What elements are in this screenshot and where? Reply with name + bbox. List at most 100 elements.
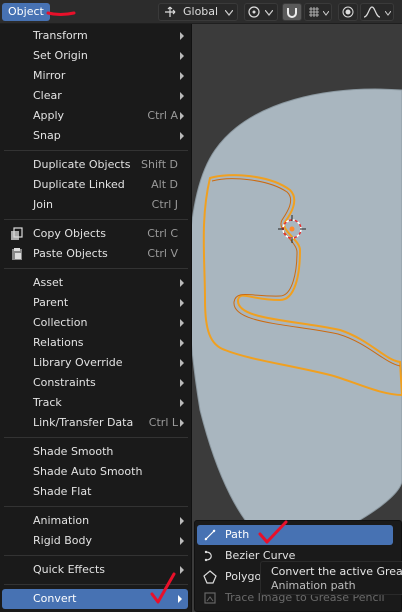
- tooltip: Convert the active Grease Animation path: [260, 561, 402, 595]
- pivot-icon: [248, 6, 260, 18]
- submenu-arrow-icon: [180, 399, 184, 407]
- copy-icon: [11, 227, 23, 240]
- menu-item-convert[interactable]: Convert: [2, 589, 188, 609]
- menu-item-label: Join: [33, 198, 54, 211]
- menu-item-label: Duplicate Objects: [33, 158, 131, 171]
- submenu-arrow-icon: [180, 52, 184, 60]
- proportional-edit-icon: [342, 6, 354, 18]
- menu-item-mirror[interactable]: Mirror: [0, 66, 190, 86]
- menu-item-set-origin[interactable]: Set Origin: [0, 46, 190, 66]
- submenu-arrow-icon: [180, 132, 184, 140]
- proportional-falloff-dropdown[interactable]: [360, 3, 394, 21]
- menu-item-label: Shade Auto Smooth: [33, 465, 143, 478]
- tooltip-detail: Animation path: [271, 579, 356, 592]
- menu-separator: [4, 437, 188, 438]
- menu-item-asset[interactable]: Asset: [0, 273, 190, 293]
- shortcut-label: Ctrl C: [147, 227, 178, 240]
- menu-item-label: Rigid Body: [33, 534, 92, 547]
- bezier-curve-icon: [204, 550, 212, 562]
- menu-item-constraints[interactable]: Constraints: [0, 373, 190, 393]
- submenu-arrow-icon: [180, 319, 184, 327]
- submenu-arrow-icon: [180, 359, 184, 367]
- chevron-down-icon: [225, 10, 233, 16]
- menu-item-label: Track: [33, 396, 62, 409]
- menu-item-link-transfer-data[interactable]: Link/Transfer Data Ctrl L: [0, 413, 190, 433]
- chevron-down-icon: [265, 10, 273, 16]
- menu-separator: [4, 506, 188, 507]
- menu-item-label: Parent: [33, 296, 69, 309]
- menu-separator: [4, 555, 188, 556]
- menu-item-shade-flat[interactable]: Shade Flat: [0, 482, 190, 502]
- menu-item-track[interactable]: Track: [0, 393, 190, 413]
- submenu-arrow-icon: [180, 72, 184, 80]
- orientation-label: Global: [183, 5, 219, 18]
- menu-item-label: Shade Smooth: [33, 445, 114, 458]
- menu-item-label: Snap: [33, 129, 61, 142]
- menu-separator: [4, 219, 188, 220]
- path-curve-icon: [204, 529, 216, 541]
- menu-item-label: Shade Flat: [33, 485, 92, 498]
- menu-item-parent[interactable]: Parent: [0, 293, 190, 313]
- viewport-header: Object Global: [0, 0, 402, 24]
- menu-item-quick-effects[interactable]: Quick Effects: [0, 560, 190, 580]
- menu-item-relations[interactable]: Relations: [0, 333, 190, 353]
- object-menu: Transform Set Origin Mirror Clear Apply C…: [0, 24, 192, 612]
- menu-item-duplicate-objects[interactable]: Duplicate Objects Shift D: [0, 155, 190, 175]
- menu-item-apply[interactable]: Apply Ctrl A: [0, 106, 190, 126]
- menu-item-paste-objects[interactable]: Paste Objects Ctrl V: [0, 244, 190, 264]
- menu-item-label: Link/Transfer Data: [33, 416, 134, 429]
- menu-item-label: Collection: [33, 316, 88, 329]
- menu-item-label: Paste Objects: [33, 247, 108, 260]
- submenu-arrow-icon: [180, 517, 184, 525]
- menu-item-label: Constraints: [33, 376, 96, 389]
- shortcut-label: Ctrl J: [151, 198, 178, 211]
- menu-item-label: Quick Effects: [33, 563, 105, 576]
- menu-item-clear[interactable]: Clear: [0, 86, 190, 106]
- snap-toggle[interactable]: [282, 3, 302, 21]
- submenu-arrow-icon: [178, 595, 182, 603]
- chevron-down-icon: [385, 11, 391, 16]
- shortcut-label: Shift D: [141, 158, 178, 171]
- proportional-editing-toggle[interactable]: [338, 3, 358, 21]
- mesh-object: [188, 88, 402, 551]
- menu-item-copy-objects[interactable]: Copy Objects Ctrl C: [0, 224, 190, 244]
- magnet-icon: [287, 8, 297, 18]
- menu-item-library-override[interactable]: Library Override: [0, 353, 190, 373]
- submenu-arrow-icon: [180, 32, 184, 40]
- menu-item-shade-smooth[interactable]: Shade Smooth: [0, 442, 190, 462]
- menu-item-snap[interactable]: Snap: [0, 126, 190, 146]
- submenu-arrow-icon: [180, 379, 184, 387]
- menu-item-animation[interactable]: Animation: [0, 511, 190, 531]
- transform-orientation-icon: [165, 6, 176, 17]
- chevron-down-icon: [323, 11, 329, 16]
- tooltip-description: Convert the active Grease: [271, 565, 402, 578]
- submenu-item-path[interactable]: Path: [197, 525, 393, 545]
- menu-separator: [4, 584, 188, 585]
- paste-icon: [12, 248, 22, 260]
- menu-item-transform[interactable]: Transform: [0, 26, 190, 46]
- submenu-arrow-icon: [180, 537, 184, 545]
- menu-item-label: Convert: [33, 592, 77, 605]
- menu-item-join[interactable]: Join Ctrl J: [0, 195, 190, 215]
- menu-item-label: Relations: [33, 336, 84, 349]
- menu-item-collection[interactable]: Collection: [0, 313, 190, 333]
- annotation-underline: [46, 11, 76, 16]
- submenu-arrow-icon: [180, 112, 184, 120]
- menu-item-label: Library Override: [33, 356, 123, 369]
- orientation-dropdown[interactable]: Global: [158, 3, 238, 21]
- menu-item-shade-auto-smooth[interactable]: Shade Auto Smooth: [0, 462, 190, 482]
- pivot-point-dropdown[interactable]: [244, 3, 278, 21]
- menu-item-label: Clear: [33, 89, 62, 102]
- submenu-arrow-icon: [180, 566, 184, 574]
- menu-item-rigid-body[interactable]: Rigid Body: [0, 531, 190, 551]
- submenu-arrow-icon: [180, 339, 184, 347]
- menu-item-duplicate-linked[interactable]: Duplicate Linked Alt D: [0, 175, 190, 195]
- menu-item-label: Mirror: [33, 69, 66, 82]
- menu-item-label: Set Origin: [33, 49, 88, 62]
- menu-item-label: Copy Objects: [33, 227, 106, 240]
- menu-item-label: Animation: [33, 514, 90, 527]
- submenu-arrow-icon: [180, 299, 184, 307]
- snap-target-dropdown[interactable]: [304, 3, 332, 21]
- object-menu-button[interactable]: Object: [2, 3, 50, 21]
- submenu-arrow-icon: [180, 92, 184, 100]
